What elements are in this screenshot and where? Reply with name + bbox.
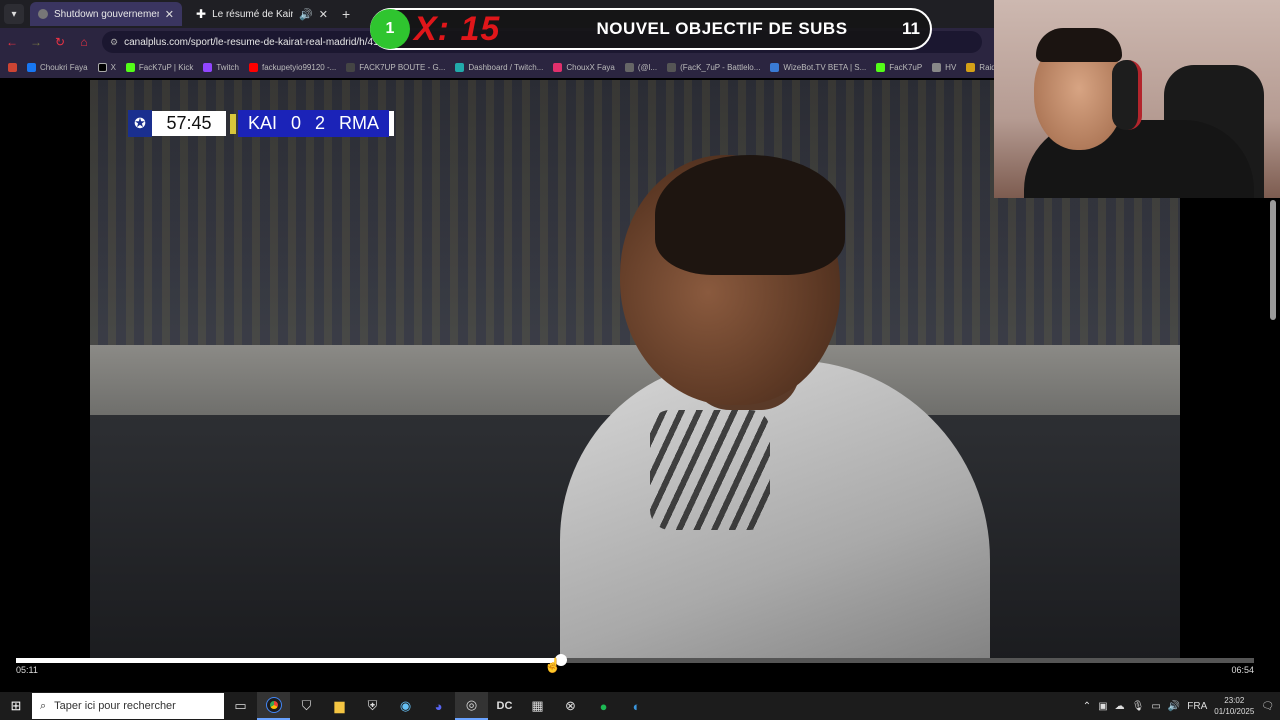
obs-icon[interactable]: ◎ [455,692,488,720]
clock-time: 23:02 [1224,696,1245,705]
forward-icon[interactable]: → [24,35,48,49]
close-tab-icon[interactable]: ✕ [319,8,328,21]
bookmark-item[interactable]: ChouxX Faya [553,62,615,72]
file-explorer-icon[interactable]: ▆ [323,692,356,720]
bookmark-item[interactable]: Dashboard / Twitch... [455,62,543,72]
back-icon[interactable]: ← [0,35,24,49]
notification-icon[interactable]: 🗨 [1261,701,1274,712]
home-score: 0 [291,113,302,133]
url-text: canalplus.com/sport/le-resume-de-kairat-… [124,36,379,48]
current-time: 05:11 [16,665,38,675]
player-hair [655,155,845,275]
taskbar-search[interactable]: ⌕ Taper ici pour rechercher [32,693,224,719]
chevron-up-icon[interactable]: ⌃ [1083,701,1091,712]
chrome-icon[interactable] [257,692,290,720]
shield-app-icon[interactable]: ⛉ [290,692,323,720]
headset-icon [1112,60,1142,130]
close-tab-icon[interactable]: ✕ [165,8,174,21]
bookmark-item[interactable]: Choukri Faya [27,62,88,72]
canalplus-favicon-icon: ✚ [196,7,207,21]
volume-icon[interactable]: 🔊 [1168,701,1180,712]
tab-favicon-icon [38,9,48,19]
windows-start-icon[interactable]: ⊞ [0,692,32,720]
sub-goal-target: 11 [902,19,920,38]
bookmark-item[interactable]: fackupetyio99120 -... [249,62,336,72]
match-scoreboard: ✪ 57:45 KAI 0 2 RMA [128,110,395,137]
screen: ▾ Shutdown gouvernement US ✕ ✚ Le résumé… [0,0,1280,720]
home-icon[interactable]: ⌂ [72,35,96,49]
video-progress-bar[interactable] [16,654,1254,666]
security-icon[interactable]: ⛨ [356,692,389,720]
current-subs-count: 1 [370,9,410,49]
bookmark-item[interactable]: Twitch [203,62,239,72]
cloud-icon[interactable]: ☁ [1115,701,1125,712]
speaker-icon[interactable]: 🔊 [299,8,313,21]
discord-icon[interactable]: ◕ [422,692,455,720]
network-icon[interactable]: ▭ [1151,701,1160,712]
champions-league-icon: ✪ [128,110,152,137]
progress-fill [16,658,561,663]
tab-search-button[interactable]: ▾ [4,4,24,24]
tab-title: Shutdown gouvernement US [54,8,159,20]
apps-grid-icon[interactable] [8,62,17,72]
tab-title: Le résumé de Kairat / Real [212,8,294,20]
sub-multiplier: X: 15 [414,9,501,48]
scoreboard-end-bar [389,111,395,136]
bookmark-item[interactable]: WizeBot.TV BETA | S... [770,62,866,72]
sub-goal-overlay: 1 X: 15 NOUVEL OBJECTIF DE SUBS 11 [370,8,932,50]
windows-taskbar: ⊞ ⌕ Taper ici pour rechercher ▭ ⛉ ▆ ⛨ ◉ … [0,692,1280,720]
bookmark-item[interactable]: FACK7UP BOUTE - G... [346,62,445,72]
new-tab-button[interactable]: + [342,6,350,22]
language-indicator[interactable]: FRA [1187,701,1207,712]
steam-icon[interactable]: ◉ [389,692,422,720]
task-view-icon[interactable]: ▭ [224,692,257,720]
home-team: KAI [248,113,278,133]
site-info-icon[interactable]: ⚙ [110,37,118,48]
bookmark-item[interactable]: FacK7uP [876,62,922,72]
streamer-webcam [994,0,1280,198]
clock-date: 01/10/2025 [1214,707,1255,716]
bookmark-item[interactable]: X [97,62,116,72]
bookmark-item[interactable]: (@l... [624,62,657,72]
app-icon[interactable]: ▦ [521,692,554,720]
search-placeholder: Taper ici pour rechercher [54,700,176,712]
microphone-icon[interactable]: 🎙 [1132,701,1145,712]
mouse-cursor-icon: ☝ [544,657,562,673]
page-scrollbar[interactable] [1270,200,1276,320]
tray-app-icon[interactable]: ▣ [1098,701,1107,712]
away-team: RMA [339,113,380,133]
away-score: 2 [315,113,326,133]
sub-goal-label: NOUVEL OBJECTIF DE SUBS [596,19,848,38]
xbox-icon[interactable]: ⊗ [554,692,587,720]
tab-shutdown[interactable]: Shutdown gouvernement US ✕ [30,2,182,26]
shirt-stripes [650,410,770,530]
bookmark-item[interactable]: FacK7uP | Kick [125,62,193,72]
system-clock[interactable]: 23:02 01/10/2025 [1214,695,1254,717]
system-tray: ⌃ ▣ ☁ 🎙 ▭ 🔊 FRA 23:02 01/10/2025 🗨 [1083,695,1280,717]
bookmark-item[interactable]: (FacK_7uP - Battlelo... [667,62,760,72]
score-panel: KAI 0 2 RMA [238,110,390,137]
search-icon: ⌕ [40,699,47,712]
match-clock: 57:45 [152,111,226,136]
dc-app-icon[interactable]: DC [488,692,521,720]
spotify-icon[interactable]: ● [587,692,620,720]
bookmark-item[interactable]: HV [932,62,956,72]
video-duration: 06:54 [1231,665,1254,675]
streamer-hair [1036,28,1122,62]
reload-icon[interactable]: ↻ [48,35,72,49]
tab-kairat-real[interactable]: ✚ Le résumé de Kairat / Real 🔊 ✕ [188,2,336,26]
scoreboard-accent [230,113,236,134]
edge-icon[interactable]: ◐ [620,692,653,720]
